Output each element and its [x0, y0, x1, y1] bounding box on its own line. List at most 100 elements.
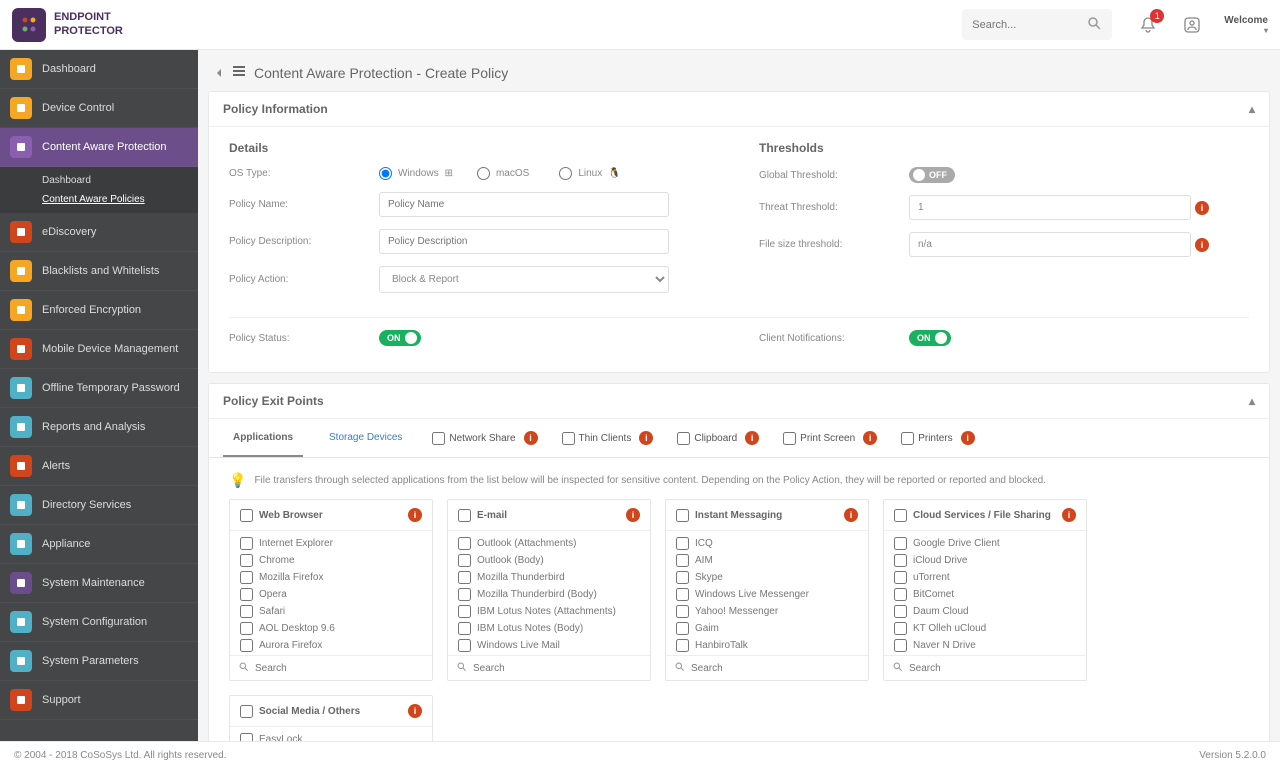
global-search[interactable]	[962, 9, 1112, 40]
sidebar-item[interactable]: Directory Services	[0, 486, 198, 525]
card-item[interactable]: Mozilla Firefox	[236, 569, 426, 586]
sidebar-item[interactable]: Content Aware Protection	[0, 128, 198, 167]
os-linux[interactable]: Linux🐧	[559, 167, 620, 180]
card-item[interactable]: Windows Live Mail	[454, 637, 644, 654]
windows-icon: ⊞	[445, 168, 453, 179]
sidebar-item[interactable]: eDiscovery	[0, 213, 198, 252]
os-macos[interactable]: macOS	[477, 167, 535, 180]
sidebar-item[interactable]: Mobile Device Management	[0, 330, 198, 369]
info-icon[interactable]: i	[1195, 238, 1209, 252]
sidebar-sub-item[interactable]: Content Aware Policies	[42, 190, 198, 209]
info-icon[interactable]: i	[745, 431, 759, 445]
sidebar-icon	[10, 260, 32, 282]
card-item[interactable]: Google Drive Client	[890, 535, 1080, 552]
card-item[interactable]: uTorrent	[890, 569, 1080, 586]
info-icon[interactable]: i	[1195, 201, 1209, 215]
sidebar-item[interactable]: Dashboard	[0, 50, 198, 89]
card-item[interactable]: Safari	[236, 603, 426, 620]
sidebar-item[interactable]: Appliance	[0, 525, 198, 564]
back-icon[interactable]	[214, 65, 224, 81]
card-item[interactable]: AOL Desktop 9.6	[236, 620, 426, 637]
card-item[interactable]: Skype	[672, 569, 862, 586]
card-item[interactable]: KT Olleh uCloud	[890, 620, 1080, 637]
collapse-icon[interactable]: ▴	[1249, 102, 1255, 116]
card-item[interactable]: Internet Explorer	[236, 535, 426, 552]
search-input[interactable]	[972, 19, 1086, 31]
info-icon[interactable]: i	[961, 431, 975, 445]
card-select-all[interactable]	[240, 509, 253, 522]
page-header: Content Aware Protection - Create Policy	[208, 50, 1270, 91]
card-item[interactable]: EasyLock	[236, 731, 426, 741]
sidebar-item[interactable]: Support	[0, 681, 198, 720]
sidebar-item[interactable]: System Maintenance	[0, 564, 198, 603]
tab-clipboard[interactable]: Clipboardi	[673, 419, 763, 457]
info-icon[interactable]: i	[844, 508, 858, 522]
card-item[interactable]: Gaim	[672, 620, 862, 637]
tab-thin-clients[interactable]: Thin Clientsi	[558, 419, 658, 457]
info-icon[interactable]: i	[1062, 508, 1076, 522]
card-item[interactable]: Outlook (Body)	[454, 552, 644, 569]
card-select-all[interactable]	[458, 509, 471, 522]
tab-printers[interactable]: Printersi	[897, 419, 978, 457]
global-threshold-toggle[interactable]: OFF	[909, 167, 955, 183]
card-select-all[interactable]	[240, 705, 253, 718]
tab-network-share[interactable]: Network Sharei	[428, 419, 541, 457]
card-item[interactable]: AIM	[672, 552, 862, 569]
card-search-input[interactable]	[909, 663, 1078, 674]
card-select-all[interactable]	[676, 509, 689, 522]
card-item[interactable]: Mozilla Thunderbird	[454, 569, 644, 586]
card-item[interactable]: Mozilla Thunderbird (Body)	[454, 586, 644, 603]
info-icon[interactable]: i	[626, 508, 640, 522]
sidebar-item[interactable]: Blacklists and Whitelists	[0, 252, 198, 291]
sidebar-item[interactable]: System Configuration	[0, 603, 198, 642]
welcome-menu[interactable]: Welcome ▾	[1224, 15, 1268, 35]
card-item[interactable]: ICQ	[672, 535, 862, 552]
tab-storage-devices[interactable]: Storage Devices	[319, 420, 412, 457]
threat-threshold-input[interactable]	[909, 195, 1191, 220]
card-search-input[interactable]	[255, 663, 424, 674]
card-item[interactable]: BitComet	[890, 586, 1080, 603]
sidebar-item[interactable]: Reports and Analysis	[0, 408, 198, 447]
info-icon[interactable]: i	[524, 431, 538, 445]
policy-action-select[interactable]: Block & Report	[379, 266, 669, 293]
sidebar-icon	[10, 611, 32, 633]
policy-status-toggle[interactable]: ON	[379, 330, 421, 346]
card-item[interactable]: Yahoo! Messenger	[672, 603, 862, 620]
card-search-input[interactable]	[473, 663, 642, 674]
card-item[interactable]: iCloud Drive	[890, 552, 1080, 569]
card-item[interactable]: Outlook (Attachments)	[454, 535, 644, 552]
sidebar-item-label: Mobile Device Management	[42, 343, 178, 355]
card-item[interactable]: HanbiroTalk	[672, 637, 862, 654]
os-windows[interactable]: Windows⊞	[379, 167, 453, 180]
card-item[interactable]: Chrome	[236, 552, 426, 569]
sidebar-sub-item[interactable]: Dashboard	[42, 171, 198, 190]
card-item[interactable]: Opera	[236, 586, 426, 603]
card-item[interactable]: Naver N Drive	[890, 637, 1080, 654]
card-item[interactable]: Daum Cloud	[890, 603, 1080, 620]
card-select-all[interactable]	[894, 509, 907, 522]
collapse-icon[interactable]: ▴	[1249, 394, 1255, 408]
user-icon[interactable]	[1174, 7, 1210, 43]
info-icon[interactable]: i	[408, 508, 422, 522]
card-search-input[interactable]	[691, 663, 860, 674]
info-icon[interactable]: i	[863, 431, 877, 445]
file-size-input[interactable]	[909, 232, 1191, 257]
tab-applications[interactable]: Applications	[223, 420, 303, 457]
card-item[interactable]: Windows Live Messenger	[672, 586, 862, 603]
card-item[interactable]: IBM Lotus Notes (Attachments)	[454, 603, 644, 620]
info-icon[interactable]: i	[639, 431, 653, 445]
card-item[interactable]: IBM Lotus Notes (Body)	[454, 620, 644, 637]
sidebar-item[interactable]: System Parameters	[0, 642, 198, 681]
sidebar-item[interactable]: Device Control	[0, 89, 198, 128]
policy-name-input[interactable]	[379, 192, 669, 217]
card-item[interactable]: Aurora Firefox	[236, 637, 426, 654]
notifications-icon[interactable]: 1	[1130, 7, 1166, 43]
sidebar-item[interactable]: Offline Temporary Password	[0, 369, 198, 408]
threat-threshold-label: Threat Threshold:	[759, 202, 909, 213]
sidebar-item[interactable]: Alerts	[0, 447, 198, 486]
policy-desc-input[interactable]	[379, 229, 669, 254]
sidebar-item[interactable]: Enforced Encryption	[0, 291, 198, 330]
client-notif-toggle[interactable]: ON	[909, 330, 951, 346]
tab-print-screen[interactable]: Print Screeni	[779, 419, 881, 457]
info-icon[interactable]: i	[408, 704, 422, 718]
